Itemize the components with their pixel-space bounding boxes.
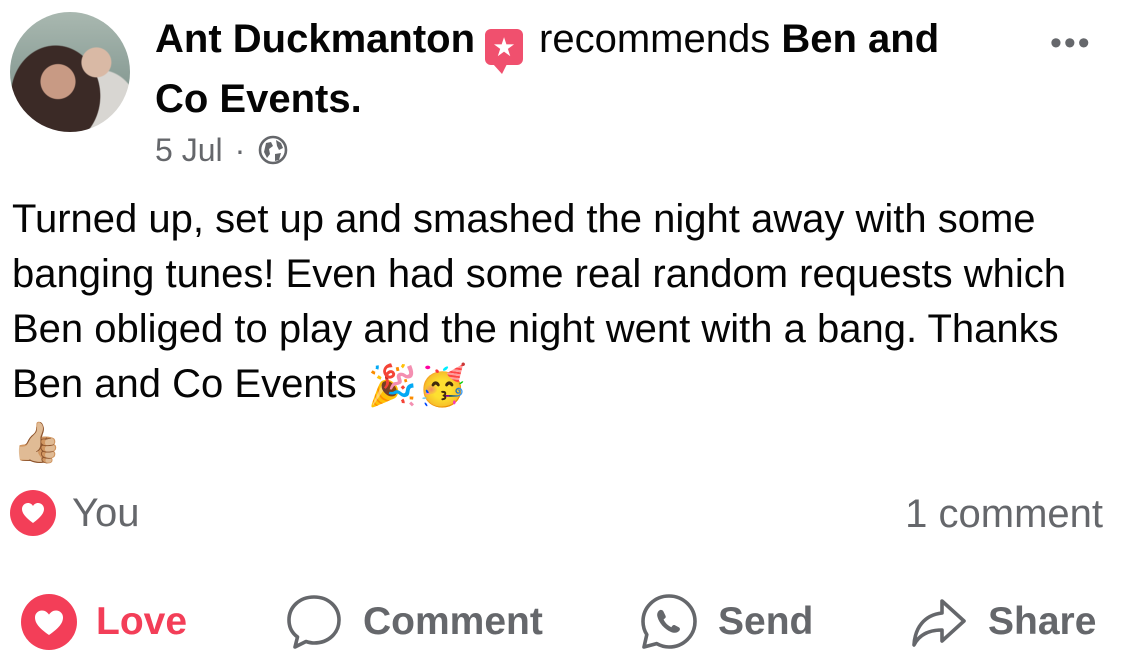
whatsapp-send-icon — [641, 594, 697, 649]
reaction-summary-text: You — [72, 490, 140, 535]
send-label: Send — [718, 600, 814, 643]
recommend-icon: ★ — [485, 29, 523, 74]
more-options-icon[interactable]: ••• — [1050, 26, 1092, 60]
comment-count[interactable]: 1 comment — [905, 492, 1103, 537]
post-text: Turned up, set up and smashed the night … — [12, 197, 1066, 406]
post-body: Turned up, set up and smashed the night … — [12, 192, 1102, 471]
comment-icon — [287, 595, 341, 649]
party-popper-emoji: 🎉 — [367, 363, 418, 408]
share-label: Share — [988, 600, 1097, 643]
partying-face-emoji: 🥳 — [417, 363, 468, 408]
avatar[interactable] — [10, 12, 130, 132]
share-button[interactable]: Share — [908, 586, 1096, 658]
comment-label: Comment — [363, 600, 543, 643]
share-icon — [912, 599, 966, 647]
send-button[interactable]: Send — [638, 586, 813, 658]
author-name[interactable]: Ant Duckmanton — [155, 17, 475, 61]
comment-button[interactable]: Comment — [283, 586, 543, 658]
post-meta: 5 Jul · — [155, 130, 289, 170]
post-header: Ant Duckmanton ★ recommends Ben and Co Eve… — [155, 9, 985, 129]
timestamp[interactable]: 5 Jul — [155, 130, 223, 170]
action-bar: Love Comment Send Share — [0, 586, 1123, 658]
love-icon — [21, 594, 77, 650]
love-reaction-icon — [10, 490, 56, 536]
thumbs-up-emoji: 👍🏼 — [12, 420, 62, 465]
love-label: Love — [96, 600, 188, 643]
love-button[interactable]: Love — [20, 586, 187, 658]
globe-icon — [258, 135, 288, 165]
recommends-text: recommends — [539, 17, 771, 61]
reaction-summary[interactable]: You — [10, 490, 140, 536]
meta-separator: · — [234, 132, 246, 168]
